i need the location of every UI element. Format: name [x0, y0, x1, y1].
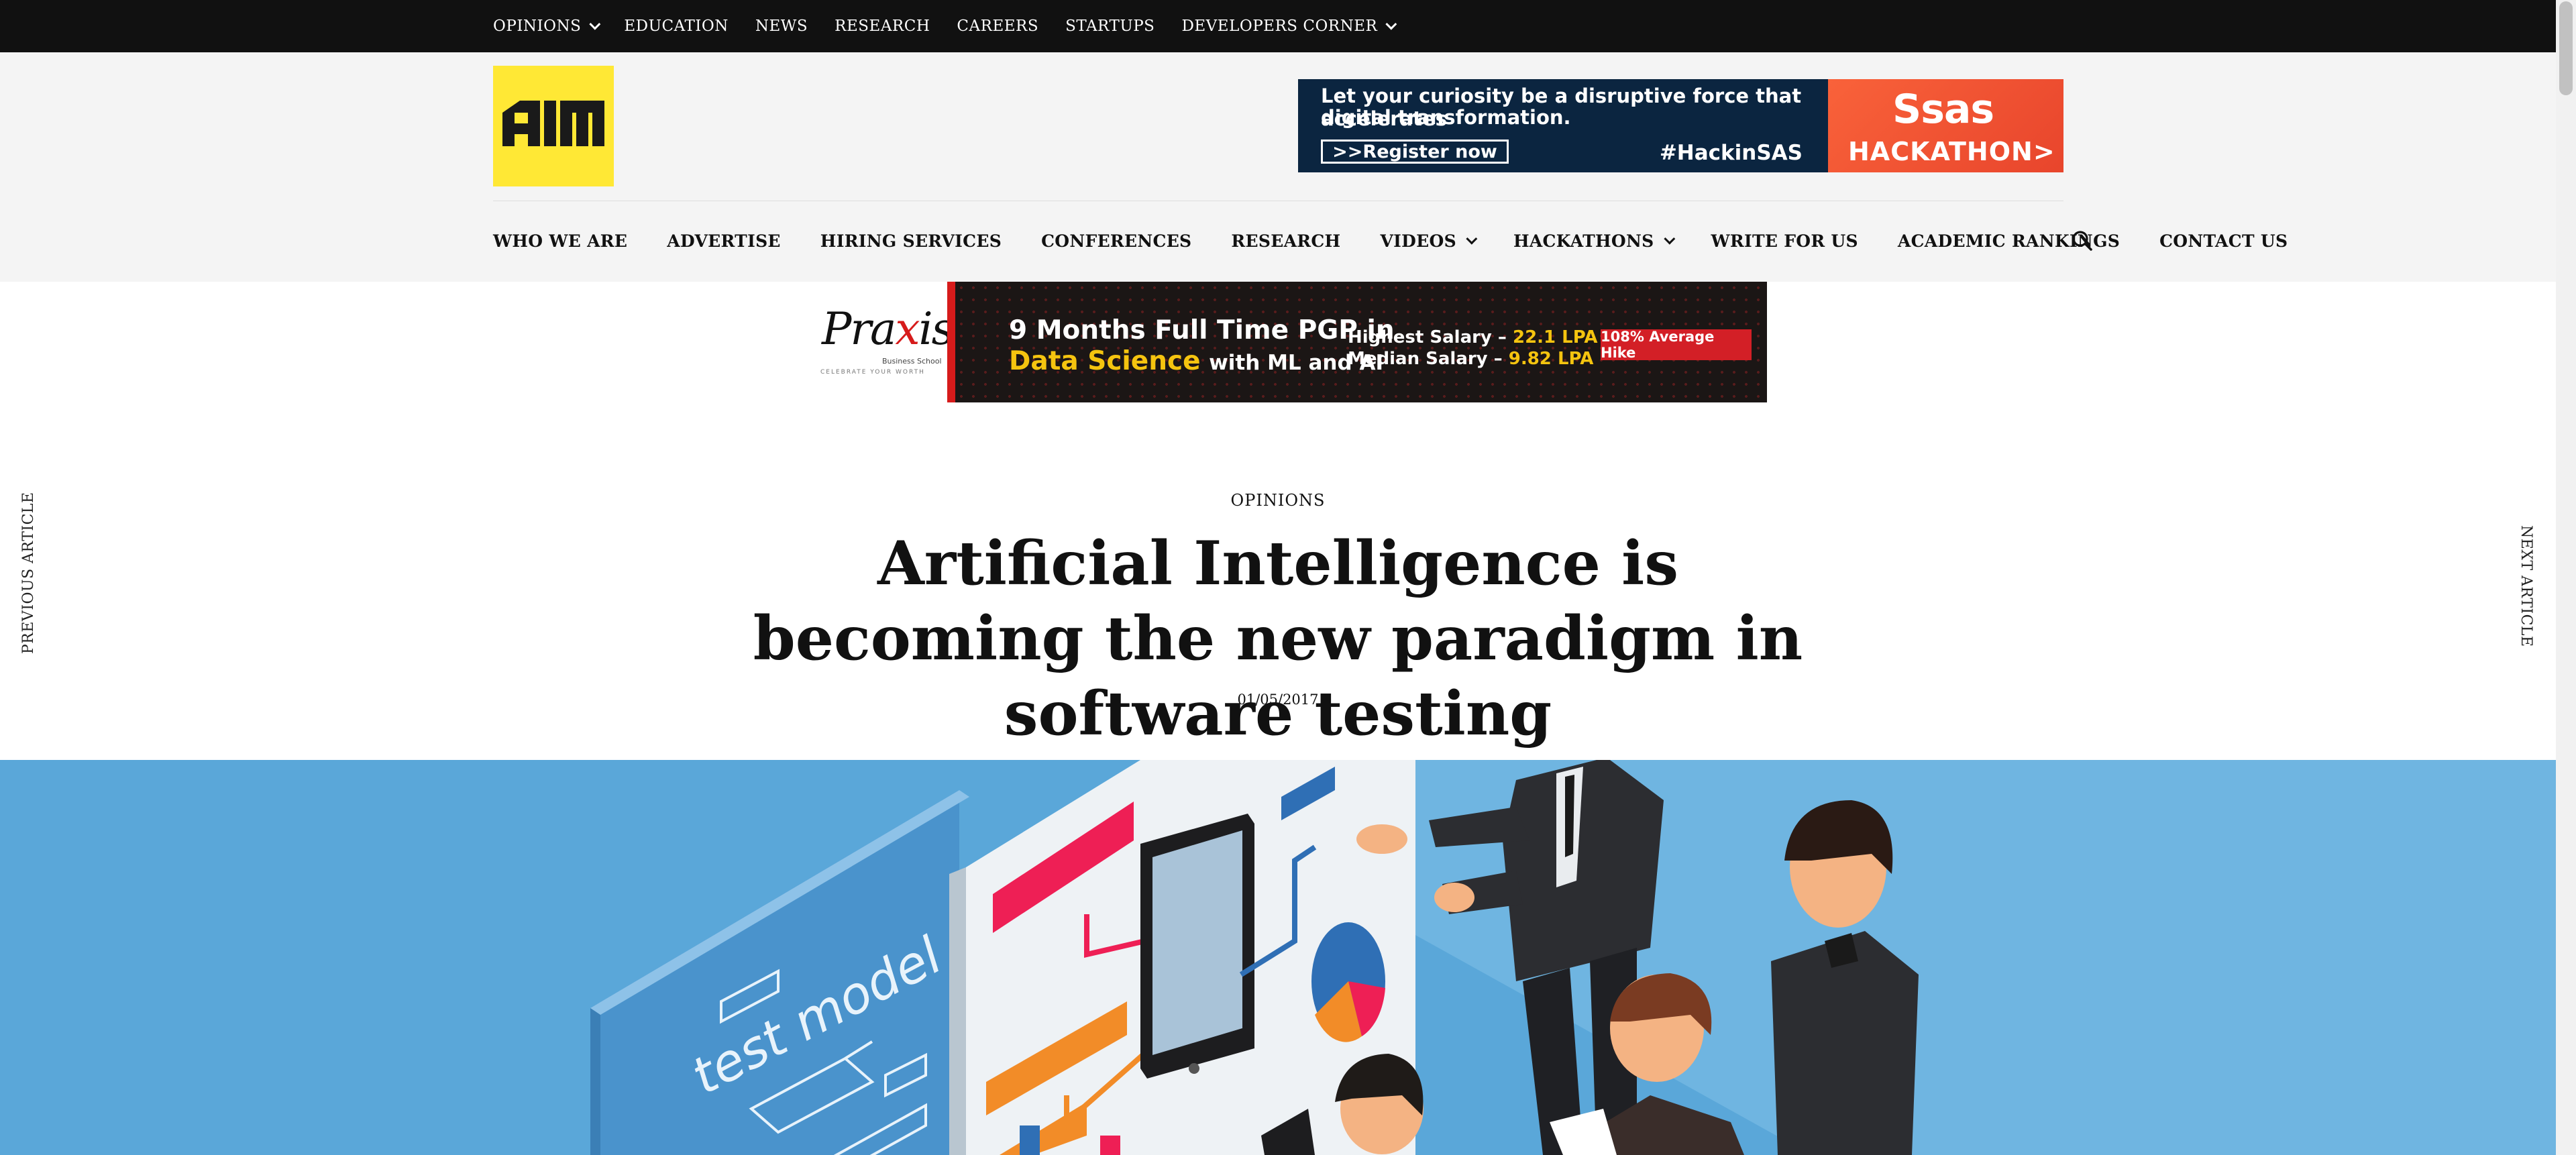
salary-value: 22.1 LPA	[1512, 327, 1598, 347]
praxis-logo: Praxis	[822, 303, 955, 355]
praxis-data-science-ad[interactable]: Praxis Business School CELEBRATE YOUR WO…	[815, 282, 1767, 402]
nav-hackathons[interactable]: HACKATHONS	[1513, 231, 1675, 251]
nav-label: HIRING SERVICES	[820, 231, 1002, 251]
praxis-subject: Data Science	[1009, 346, 1201, 376]
next-article-link[interactable]: NEXT ARTICLE	[2518, 525, 2534, 647]
aim-logo-icon	[502, 101, 604, 146]
search-icon	[2072, 231, 2092, 251]
nav-label: WHO WE ARE	[493, 231, 628, 251]
praxis-tagline: CELEBRATE YOUR WORTH	[820, 369, 925, 376]
hero-image: test model	[0, 760, 2556, 1155]
nav-who-we-are[interactable]: WHO WE ARE	[493, 231, 627, 251]
nav-hiring-services[interactable]: HIRING SERVICES	[820, 231, 1002, 251]
nav-label: HACKATHONS	[1513, 231, 1654, 251]
praxis-ad-subject: Data Science with ML and AI	[1009, 346, 1383, 376]
scrollbar-thumb[interactable]	[2559, 1, 2573, 95]
nav-contact-us[interactable]: CONTACT US	[2159, 231, 2288, 251]
register-now-button[interactable]: >>Register now	[1321, 140, 1509, 164]
topnav-label: NEWS	[755, 17, 808, 35]
topnav-label: CAREERS	[957, 17, 1039, 35]
highest-salary: Highest Salary – 22.1 LPA	[1348, 327, 1598, 347]
praxis-ad-copy: 9 Months Full Time PGP in Data Science w…	[947, 282, 1767, 402]
test-model-board: test model	[590, 790, 969, 1155]
site-logo[interactable]	[493, 66, 614, 186]
vertical-scrollbar[interactable]	[2556, 0, 2576, 1155]
sas-ad-line2: digital transformation.	[1321, 106, 1571, 129]
nav-write-for-us[interactable]: WRITE FOR US	[1711, 231, 1858, 251]
top-navigation: OPINIONS EDUCATION NEWS RESEARCH CAREERS…	[493, 0, 1397, 52]
nav-videos[interactable]: VIDEOS	[1380, 231, 1478, 251]
hero-illustration: test model	[590, 760, 2556, 1155]
praxis-logo-x: x	[895, 303, 920, 355]
chevron-down-icon	[1663, 233, 1675, 245]
chevron-down-icon	[1466, 233, 1478, 245]
praxis-logo-part: Pra	[822, 303, 896, 355]
topnav-research[interactable]: RESEARCH	[835, 17, 930, 35]
topnav-startups[interactable]: STARTUPS	[1065, 17, 1155, 35]
average-hike-badge: 108% Average Hike	[1601, 329, 1752, 361]
nav-label: CONFERENCES	[1041, 231, 1192, 251]
article-date: 01/05/2017	[1237, 692, 1319, 708]
nav-advertise[interactable]: ADVERTISE	[667, 231, 781, 251]
nav-label: ADVERTISE	[667, 231, 781, 251]
nav-conferences[interactable]: CONFERENCES	[1041, 231, 1191, 251]
topnav-label: EDUCATION	[624, 17, 729, 35]
hackathon-wordmark: HACKATHON>	[1848, 137, 2055, 166]
salary-label: Highest Salary –	[1348, 327, 1513, 347]
topnav-careers[interactable]: CAREERS	[957, 17, 1038, 35]
nav-label: VIDEOS	[1380, 231, 1456, 251]
sas-ad-brand: Ssas HACKATHON>	[1828, 79, 2063, 172]
nav-label: CONTACT US	[2159, 231, 2288, 251]
praxis-subtitle: Business School	[882, 357, 942, 366]
search-button[interactable]	[2071, 229, 2094, 252]
nav-label: RESEARCH	[1231, 231, 1341, 251]
salary-label: Median Salary –	[1348, 349, 1509, 369]
sas-hashtag: #HackinSAS	[1659, 141, 1803, 165]
topnav-label: STARTUPS	[1065, 17, 1155, 35]
salary-value: 9.82 LPA	[1508, 349, 1594, 369]
main-navigation: WHO WE ARE ADVERTISE HIRING SERVICES CON…	[493, 221, 2288, 260]
topnav-education[interactable]: EDUCATION	[624, 17, 728, 35]
nav-label: WRITE FOR US	[1711, 231, 1858, 251]
topnav-label: DEVELOPERS CORNER	[1181, 17, 1378, 35]
praxis-logo-panel: Praxis Business School CELEBRATE YOUR WO…	[815, 282, 955, 402]
topnav-opinions[interactable]: OPINIONS	[493, 17, 601, 35]
median-salary: Median Salary – 9.82 LPA	[1348, 349, 1593, 369]
article-title: Artificial Intelligence is becoming the …	[753, 528, 1803, 749]
topnav-label: RESEARCH	[835, 17, 930, 35]
article-category[interactable]: OPINIONS	[0, 491, 2556, 510]
topnav-news[interactable]: NEWS	[755, 17, 808, 35]
sas-ad-copy: Let your curiosity be a disruptive force…	[1298, 79, 1828, 172]
topnav-developers-corner[interactable]: DEVELOPERS CORNER	[1181, 17, 1397, 35]
praxis-ad-title: 9 Months Full Time PGP in	[1009, 315, 1395, 345]
chevron-down-icon	[589, 18, 601, 30]
nav-research[interactable]: RESEARCH	[1231, 231, 1340, 251]
previous-article-link[interactable]: PREVIOUS ARTICLE	[20, 492, 37, 654]
topnav-label: OPINIONS	[493, 17, 582, 35]
sas-hackathon-ad[interactable]: Let your curiosity be a disruptive force…	[1298, 79, 2063, 172]
sas-logo: Ssas	[1892, 86, 1994, 133]
